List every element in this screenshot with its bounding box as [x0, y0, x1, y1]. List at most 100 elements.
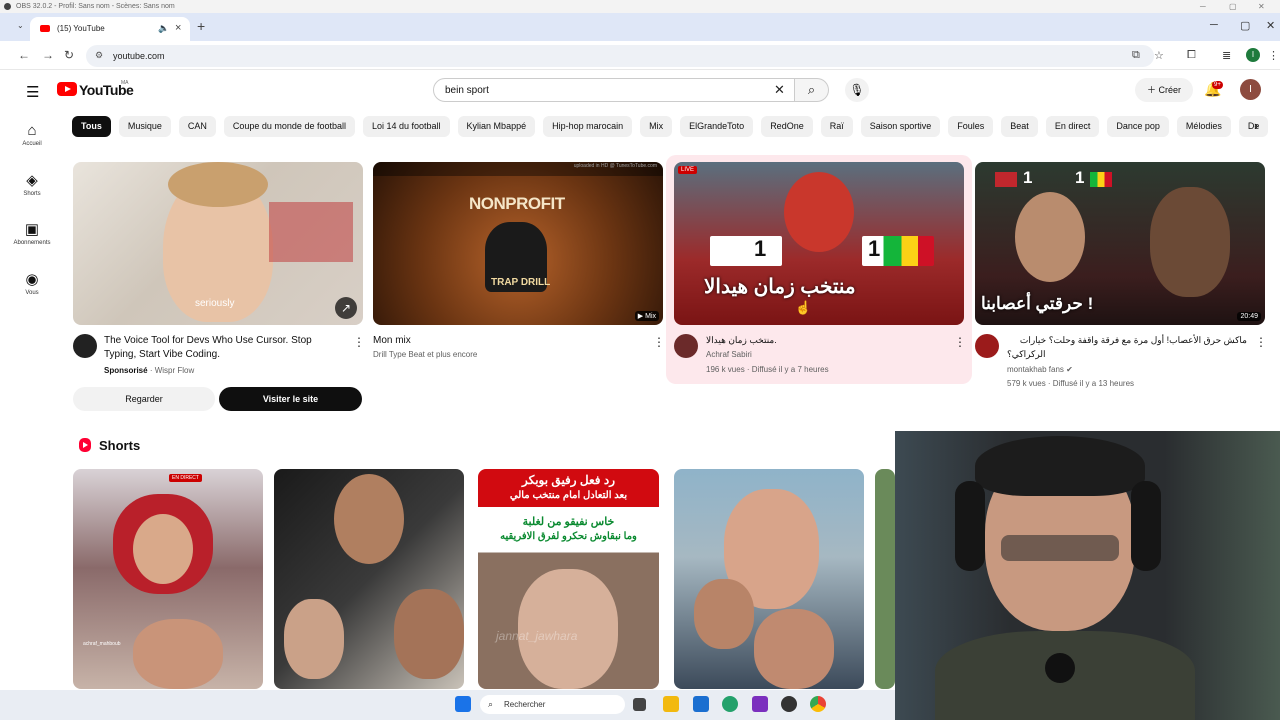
speaker-icon[interactable]: 🔈 — [158, 23, 169, 34]
chip-redone[interactable]: RedOne — [761, 116, 813, 137]
channel-avatar[interactable] — [975, 334, 999, 358]
forward-icon[interactable]: → — [42, 48, 54, 62]
chip-beat[interactable]: Beat — [1001, 116, 1038, 137]
create-button[interactable]: ＋ Créer — [1135, 78, 1193, 102]
microphone-icon — [1045, 653, 1075, 683]
yahoo-icon[interactable] — [752, 696, 768, 712]
video-title[interactable]: The Voice Tool for Devs Who Use Cursor. … — [104, 334, 344, 362]
chip-can[interactable]: CAN — [178, 116, 216, 137]
chip-hip-hop-marocain[interactable]: Hip-hop marocain — [543, 116, 633, 137]
youtube-logo-icon[interactable] — [57, 82, 77, 96]
more-options-icon[interactable]: ⋮ — [954, 335, 966, 349]
store-icon[interactable] — [693, 696, 709, 712]
edge-icon[interactable] — [722, 696, 738, 712]
chip-loi-14-du-football[interactable]: Loi 14 du football — [362, 116, 450, 137]
chip-tous[interactable]: Tous — [72, 116, 111, 137]
channel-avatar[interactable] — [73, 334, 97, 358]
bookmark-star-icon[interactable]: ☆ — [1154, 49, 1164, 62]
windows-start-icon[interactable] — [455, 696, 471, 712]
tab-search-icon[interactable]: ⌄ — [17, 21, 24, 30]
video-meta: 579 k vues · Diffusé il y a 13 heures — [1007, 379, 1135, 388]
short-text-line3: خاس نفيقو من لغلبة — [522, 516, 615, 528]
video-title[interactable]: ماكش حرق الأعصاب! أول مرة مع فرقة واقفة … — [1007, 333, 1247, 361]
short-card-partial[interactable] — [875, 469, 895, 689]
flag-mali — [1090, 172, 1112, 187]
voice-search-button[interactable]: 🎙 — [845, 78, 869, 102]
watch-button[interactable]: Regarder — [73, 387, 215, 411]
reading-list-icon[interactable]: ≣ — [1222, 49, 1231, 62]
clear-search-icon[interactable]: ✕ — [774, 82, 785, 98]
obs-minimize-icon[interactable]: ─ — [1200, 0, 1206, 13]
address-bar[interactable]: ⚙ youtube.com ⧉ ☆ — [86, 45, 1164, 67]
install-app-icon[interactable]: ⧉ — [1132, 49, 1140, 62]
notification-count-badge: 9+ — [1212, 81, 1223, 89]
video-title[interactable]: منتخب زمان هيدالا. — [706, 333, 777, 347]
sidebar-item-home[interactable]: ⌂ Accueil — [8, 122, 56, 147]
chip-raï[interactable]: Raï — [820, 116, 853, 137]
taskbar-search[interactable]: ⌕ Rechercher — [480, 695, 625, 714]
video-thumbnail-mix[interactable]: uploaded in HD @ TunesToTube.com NONPROF… — [373, 162, 663, 325]
video-meta: Drill Type Beat et plus encore — [373, 350, 478, 359]
chip-dance-pop[interactable]: Dance pop — [1107, 116, 1169, 137]
chrome-menu-icon[interactable]: ⋮ — [1268, 49, 1279, 62]
visit-site-button[interactable]: Visiter le site — [219, 387, 362, 411]
chevron-right-icon[interactable]: › — [1254, 118, 1258, 133]
external-link-icon[interactable]: ↗ — [335, 297, 357, 319]
chip-elgrandetoto[interactable]: ElGrandeToto — [680, 116, 754, 137]
chip-mix[interactable]: Mix — [640, 116, 673, 137]
account-avatar[interactable]: I — [1240, 79, 1261, 100]
browser-profile-avatar[interactable]: I — [1246, 48, 1260, 62]
search-input[interactable]: bein sport ✕ — [433, 78, 795, 102]
channel-name[interactable]: montakhab fans ✔ — [1007, 363, 1073, 377]
tab-youtube[interactable]: (15) YouTube 🔈 × — [30, 17, 190, 41]
chrome-icon[interactable] — [810, 696, 826, 712]
chip-foules[interactable]: Foules — [948, 116, 994, 137]
sidebar-label: Accueil — [22, 141, 42, 147]
video-thumbnail-ad[interactable]: seriously ↗ — [73, 162, 363, 325]
obs-app-icon[interactable] — [781, 696, 797, 712]
back-icon[interactable]: ← — [18, 48, 30, 62]
channel-name[interactable]: Achraf Sabiri — [706, 348, 752, 362]
video-title[interactable]: Mon mix — [373, 334, 411, 348]
short-card[interactable] — [674, 469, 864, 689]
sidebar-item-shorts[interactable]: ◈ Shorts — [8, 171, 56, 197]
shorts-logo-icon — [79, 438, 91, 452]
channel-avatar[interactable] — [674, 334, 698, 358]
flag-morocco — [995, 172, 1017, 187]
chip-kylian-mbappé[interactable]: Kylian Mbappé — [457, 116, 536, 137]
short-card[interactable]: EN DIRECT achraf_mahboub — [73, 469, 263, 689]
new-tab-button[interactable]: + — [197, 18, 205, 34]
short-card[interactable] — [274, 469, 464, 689]
obs-maximize-icon[interactable]: ▢ — [1229, 0, 1237, 13]
close-tab-icon[interactable]: × — [175, 22, 181, 34]
extensions-icon[interactable]: ⧠ — [1187, 49, 1196, 62]
more-options-icon[interactable]: ⋮ — [1255, 335, 1267, 349]
sidebar-item-you[interactable]: ◉ Vous — [8, 270, 56, 296]
chip-musique[interactable]: Musique — [118, 116, 171, 137]
create-label: Créer — [1158, 85, 1182, 95]
chip-mélodies[interactable]: Mélodies — [1176, 116, 1231, 137]
more-options-icon[interactable]: ⋮ — [353, 335, 365, 349]
minimize-icon[interactable]: ─ — [1210, 19, 1218, 31]
file-explorer-icon[interactable] — [663, 696, 679, 712]
short-card[interactable]: رد فعل رفيق بوبكر بعد التعادل امام منتخب… — [478, 469, 659, 689]
search-button[interactable]: ⌕ — [795, 78, 829, 102]
obs-close-icon[interactable]: ✕ — [1258, 0, 1265, 13]
reload-icon[interactable]: ↻ — [64, 48, 74, 62]
video-thumbnail-live[interactable]: LIVE 1 1 منتخب زمان هيدالا — [674, 162, 964, 325]
chip-coupe-du-monde-de-football[interactable]: Coupe du monde de football — [223, 116, 355, 137]
close-window-icon[interactable]: ✕ — [1266, 19, 1275, 32]
score-flag-left — [710, 236, 782, 266]
browser-toolbar: ← → ↻ ⚙ youtube.com ⧉ ☆ ⧠ ≣ ⋮ — [0, 41, 1280, 70]
chip-en-direct[interactable]: En direct — [1045, 116, 1100, 137]
site-info-icon[interactable]: ⚙ — [95, 50, 103, 61]
video-thumbnail[interactable]: 1 1 حرقتي أعصابنا ! 20:49 — [975, 162, 1265, 325]
short-text-line2: بعد التعادل امام منتخب مالي — [509, 490, 628, 501]
more-options-icon[interactable]: ⋮ — [653, 335, 665, 349]
hamburger-menu-icon[interactable]: ☰ — [26, 83, 39, 101]
advertiser-name: · Wispr Flow — [149, 366, 195, 375]
sidebar-item-subscriptions[interactable]: ▣ Abonnements — [8, 220, 56, 246]
maximize-icon[interactable]: ▢ — [1240, 19, 1250, 32]
chip-saison-sportive[interactable]: Saison sportive — [860, 116, 941, 137]
task-view-icon[interactable] — [633, 698, 646, 711]
